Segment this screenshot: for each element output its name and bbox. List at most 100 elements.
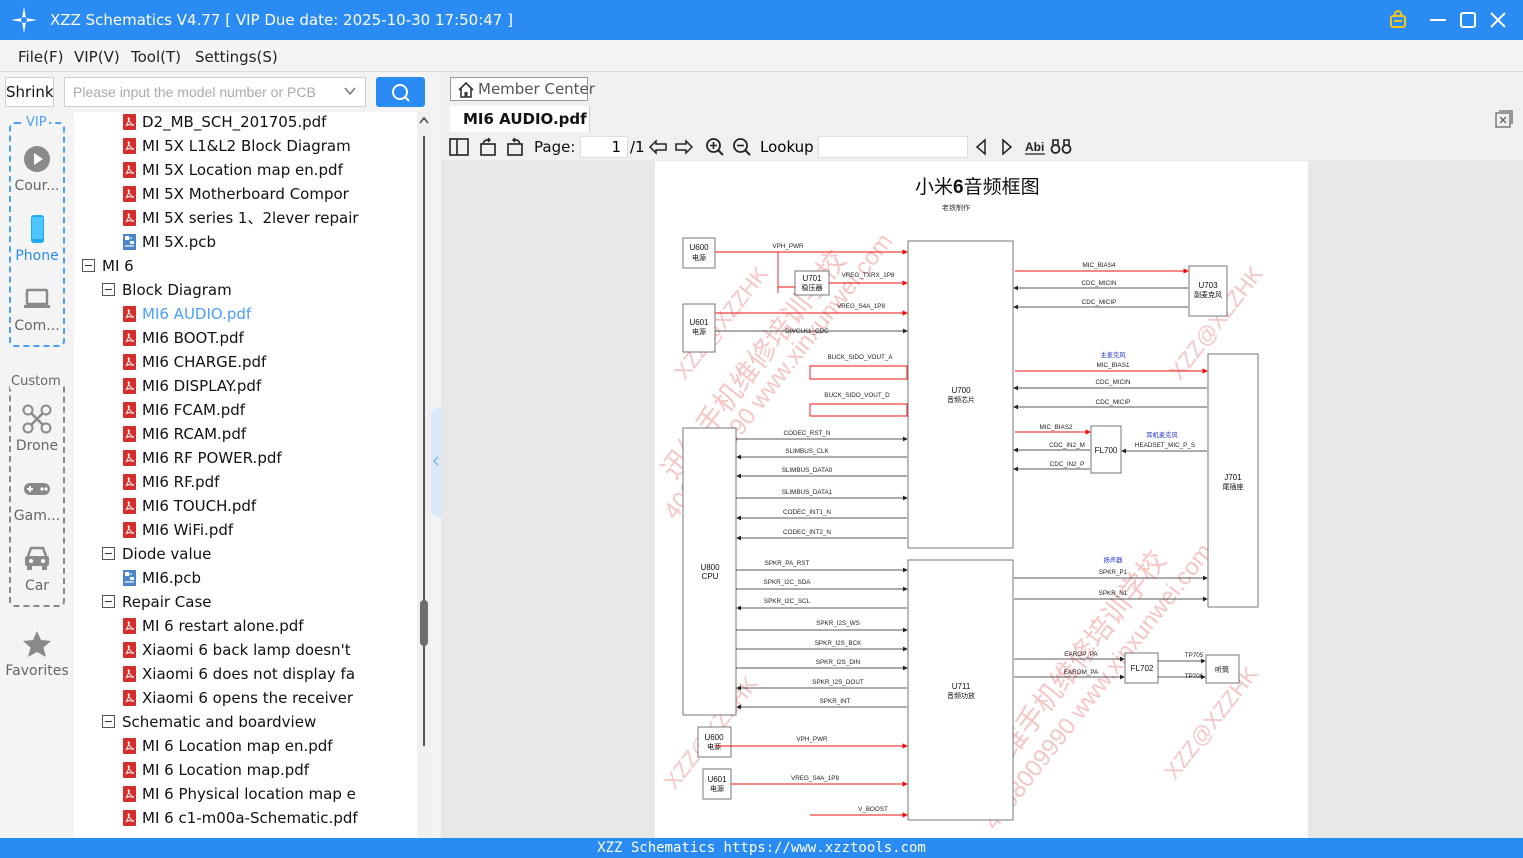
tree-item-label: MI6 CHARGE.pdf bbox=[142, 353, 267, 371]
close-tabs-icon[interactable] bbox=[1495, 110, 1513, 128]
bag-icon[interactable] bbox=[1386, 8, 1410, 32]
car-icon bbox=[25, 546, 49, 570]
net-label: CDC_MICIN bbox=[1082, 280, 1117, 287]
menu-bar: File(F) VIP(V) Tool(T) Settings(S) bbox=[0, 40, 1523, 72]
zoom-in-icon[interactable] bbox=[705, 137, 725, 157]
category-label: Gam... bbox=[13, 508, 61, 524]
net-label: CDC_MICIN bbox=[1096, 379, 1131, 386]
net-label: CODEC_RST_N bbox=[784, 430, 831, 437]
app-logo-icon bbox=[11, 7, 37, 33]
collapse-handle[interactable] bbox=[431, 407, 441, 517]
search-input[interactable] bbox=[65, 78, 335, 106]
net-label: SPKR_INT bbox=[820, 698, 851, 705]
net-label: BUCK_SIDO_VOUT_D bbox=[824, 392, 890, 399]
collapse-toggle-icon[interactable] bbox=[82, 259, 95, 272]
category-game[interactable]: Gam... bbox=[0, 474, 74, 524]
pcb-file-icon bbox=[123, 570, 136, 586]
shrink-button[interactable]: Shrink bbox=[5, 77, 54, 107]
u700-label: U700 bbox=[951, 386, 971, 395]
lookup-input[interactable] bbox=[818, 136, 968, 158]
tree-item-label: MI 5X series 1、2lever repair bbox=[142, 209, 359, 227]
lookup-label: Lookup bbox=[760, 138, 814, 156]
net-label: HEADSET_MIC_P_S bbox=[1135, 442, 1195, 449]
pdf-viewer[interactable]: 迅维手机维修培训学校 4008009990 www.xinxunwei.com … bbox=[441, 160, 1523, 838]
pcb-file-icon bbox=[123, 234, 136, 250]
minimize-icon[interactable] bbox=[1426, 8, 1450, 32]
category-phone[interactable]: Phone bbox=[0, 214, 74, 264]
net-label: SPKR_I2C_SDA bbox=[764, 579, 812, 586]
chevron-down-icon[interactable] bbox=[343, 84, 357, 98]
tree-item-label: MI 5X Location map en.pdf bbox=[142, 161, 343, 179]
status-bar: XZZ Schematics https://www.xzztools.com bbox=[0, 838, 1523, 858]
net-label: EAROP_PA bbox=[1064, 651, 1098, 658]
sidebar-toggle-icon[interactable] bbox=[449, 137, 469, 157]
tab-mi6-audio[interactable]: MI6 AUDIO.pdf bbox=[450, 106, 590, 132]
net-label: MIC_BIAS2 bbox=[1040, 424, 1073, 431]
close-icon[interactable] bbox=[1486, 8, 1510, 32]
category-drone[interactable]: Drone bbox=[0, 404, 74, 454]
tree-item-label: MI6 RCAM.pdf bbox=[142, 425, 247, 443]
collapse-toggle-icon[interactable] bbox=[102, 715, 115, 728]
page-label: Page: bbox=[534, 138, 576, 156]
collapse-toggle-icon[interactable] bbox=[102, 283, 115, 296]
tree-item-label: MI6.pcb bbox=[142, 569, 201, 587]
rotate-left-icon[interactable] bbox=[478, 137, 498, 157]
tree-item-label: MI6 FCAM.pdf bbox=[142, 401, 246, 419]
find-all-icon[interactable] bbox=[1050, 137, 1072, 157]
scroll-up-icon[interactable] bbox=[419, 116, 429, 124]
laptop-icon bbox=[24, 288, 50, 308]
net-label: SPKR_I2S_WS bbox=[816, 620, 860, 627]
tree-item-label: MI6 AUDIO.pdf bbox=[142, 305, 252, 323]
viewer-toolbar: Page: 1 /1 Lookup Abi bbox=[441, 134, 1523, 160]
u800-label: U800 bbox=[700, 563, 720, 572]
pdf-file-icon bbox=[123, 114, 136, 130]
menu-vip[interactable]: VIP(V) bbox=[74, 48, 120, 66]
pdf-page: 迅维手机维修培训学校 4008009990 www.xinxunwei.com … bbox=[655, 161, 1308, 838]
menu-file[interactable]: File(F) bbox=[18, 48, 63, 66]
tree-scrollbar[interactable] bbox=[417, 112, 431, 838]
u601-label-2: U601 bbox=[707, 775, 727, 784]
search-button[interactable] bbox=[376, 77, 425, 107]
maximize-icon[interactable] bbox=[1456, 8, 1480, 32]
left-pane: Shrink VIP Custom Cour... bbox=[0, 72, 441, 838]
category-label: Phone bbox=[15, 248, 59, 264]
rotate-right-icon[interactable] bbox=[505, 137, 525, 157]
vip-label: VIP bbox=[24, 115, 49, 130]
next-page-icon[interactable] bbox=[674, 137, 694, 157]
pane-splitter[interactable] bbox=[431, 112, 441, 838]
net-label: VPH_PWR bbox=[772, 243, 804, 250]
find-previous-icon[interactable] bbox=[973, 137, 989, 157]
category-label: Com... bbox=[14, 318, 60, 334]
pdf-file-icon bbox=[123, 138, 136, 154]
prev-page-icon[interactable] bbox=[648, 137, 668, 157]
page-total: /1 bbox=[630, 138, 645, 156]
title-bar: XZZ Schematics V4.77 [ VIP Due date: 202… bbox=[0, 0, 1523, 40]
category-car[interactable]: Car bbox=[0, 544, 74, 594]
category-label: Favorites bbox=[5, 663, 69, 679]
pdf-file-icon bbox=[123, 210, 136, 226]
category-computer[interactable]: Com... bbox=[0, 284, 74, 334]
menu-tool[interactable]: Tool(T) bbox=[131, 48, 181, 66]
category-course[interactable]: Cour... bbox=[0, 144, 74, 194]
zoom-out-icon[interactable] bbox=[732, 137, 752, 157]
play-icon bbox=[24, 146, 50, 172]
pdf-file-icon bbox=[123, 762, 136, 778]
watermark-text: 4008009990 www.xinxunwei.com bbox=[978, 538, 1218, 834]
net-label: EAROM_PA bbox=[1064, 669, 1099, 676]
scroll-thumb[interactable] bbox=[420, 600, 428, 646]
member-center-button[interactable]: Member Center bbox=[450, 77, 595, 101]
tree-item-label: MI 6 Location map en.pdf bbox=[142, 737, 333, 755]
net-label: DIVCLK1_CDC bbox=[785, 328, 829, 335]
scroll-track bbox=[423, 136, 425, 746]
collapse-toggle-icon[interactable] bbox=[102, 547, 115, 560]
collapse-toggle-icon[interactable] bbox=[102, 595, 115, 608]
match-case-icon[interactable]: Abi bbox=[1024, 137, 1046, 157]
menu-settings[interactable]: Settings(S) bbox=[195, 48, 278, 66]
home-icon bbox=[458, 81, 474, 98]
page-number-input[interactable]: 1 bbox=[580, 136, 628, 158]
category-favorites[interactable]: Favorites bbox=[0, 629, 74, 679]
u600-sub-2: 电源 bbox=[707, 742, 721, 751]
svg-text:Abi: Abi bbox=[1025, 140, 1044, 154]
audio-block-diagram: 迅维手机维修培训学校 4008009990 www.xinxunwei.com … bbox=[655, 176, 1268, 835]
find-next-icon[interactable] bbox=[999, 137, 1015, 157]
